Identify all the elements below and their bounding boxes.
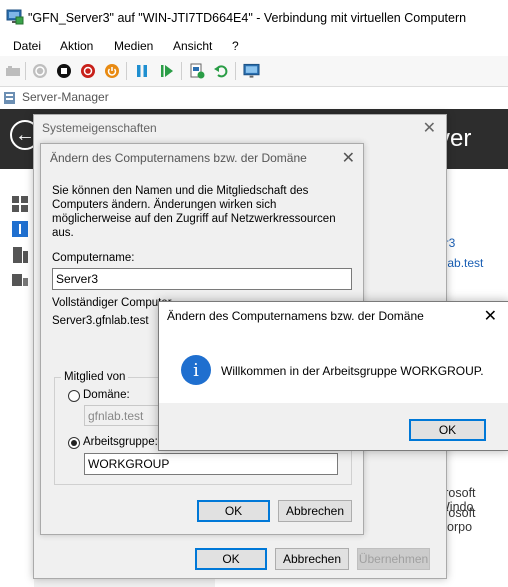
server-manager-title: Server-Manager xyxy=(22,90,109,104)
local-server-icon[interactable] xyxy=(12,221,28,237)
toolbar-separator xyxy=(235,62,236,80)
turn-off-icon[interactable] xyxy=(55,62,72,79)
system-cancel-button[interactable]: Abbrechen xyxy=(275,548,349,570)
message-box-text: Willkommen in der Arbeitsgruppe WORKGROU… xyxy=(221,364,484,378)
menu-ansicht[interactable]: Ansicht xyxy=(173,39,212,53)
member-of-label: Mitglied von xyxy=(61,371,129,383)
menu-bar: Datei Aktion Medien Ansicht ? xyxy=(0,36,508,56)
vm-window-title: "GFN_Server3" auf "WIN-JTI7TD664E4" - Ve… xyxy=(28,11,467,25)
vm-window-titlebar: "GFN_Server3" auf "WIN-JTI7TD664E4" - Ve… xyxy=(0,0,508,36)
server-manager-icon xyxy=(4,92,15,104)
info-icon: i xyxy=(181,355,211,385)
close-icon[interactable]: ✕ xyxy=(423,118,436,138)
message-box-footer: OK xyxy=(159,403,508,450)
rename-cancel-button[interactable]: Abbrechen xyxy=(278,500,352,522)
full-computer-name-label: Vollständiger Computer xyxy=(52,297,172,309)
rename-ok-button[interactable]: OK xyxy=(197,500,270,522)
start-icon[interactable] xyxy=(31,62,48,79)
toolbar-separator xyxy=(126,62,127,80)
toolbar-separator xyxy=(25,62,26,80)
close-icon[interactable]: ✕ xyxy=(342,148,355,168)
domain-label[interactable]: Domäne: xyxy=(83,389,130,401)
server-manager-sidebar xyxy=(0,169,34,587)
reset-icon[interactable] xyxy=(158,62,175,79)
server-manager-titlebar: Server-Manager xyxy=(0,87,508,109)
computer-name-label: Computername: xyxy=(52,252,135,264)
menu-datei[interactable]: Datei xyxy=(13,39,41,53)
revert-icon[interactable] xyxy=(212,62,229,79)
menu-medien[interactable]: Medien xyxy=(114,39,153,53)
file-services-icon[interactable] xyxy=(12,272,28,288)
message-box-title: Ändern des Computernamens bzw. der Domän… xyxy=(167,309,424,323)
microsoft-corp-fragment: crosoft Corpo xyxy=(438,506,476,534)
message-ok-button[interactable]: OK xyxy=(409,419,486,441)
rename-dialog-title: Ändern des Computernamens bzw. der Domän… xyxy=(50,151,307,165)
all-servers-icon[interactable] xyxy=(12,247,28,263)
computer-name-input[interactable]: Server3 xyxy=(52,268,352,290)
save-icon[interactable] xyxy=(103,62,120,79)
menu-aktion[interactable]: Aktion xyxy=(60,39,93,53)
workgroup-label[interactable]: Arbeitsgruppe: xyxy=(83,436,158,448)
workgroup-input[interactable]: WORKGROUP xyxy=(84,453,338,475)
system-apply-button: Übernehmen xyxy=(357,548,430,570)
rename-description: Sie können den Namen und die Mitgliedsch… xyxy=(52,185,336,239)
dashboard-icon[interactable] xyxy=(12,196,28,212)
close-icon[interactable]: ✕ xyxy=(484,306,497,326)
ctrl-alt-del-icon[interactable] xyxy=(4,62,21,79)
menu-help[interactable]: ? xyxy=(232,39,239,53)
shutdown-icon[interactable] xyxy=(79,62,96,79)
domain-radio[interactable] xyxy=(68,390,80,402)
enhanced-session-icon[interactable] xyxy=(243,62,260,79)
pause-icon[interactable] xyxy=(133,62,150,79)
toolbar xyxy=(0,56,508,87)
full-computer-name-value: Server3.gfnlab.test xyxy=(52,315,149,327)
system-properties-title: Systemeigenschaften xyxy=(42,121,157,135)
workgroup-radio[interactable] xyxy=(68,437,80,449)
welcome-message-box: Ändern des Computernamens bzw. der Domän… xyxy=(158,301,508,451)
vm-connection-icon xyxy=(6,9,24,25)
checkpoint-icon[interactable] xyxy=(188,62,205,79)
toolbar-separator xyxy=(181,62,182,80)
system-ok-button[interactable]: OK xyxy=(195,548,267,570)
